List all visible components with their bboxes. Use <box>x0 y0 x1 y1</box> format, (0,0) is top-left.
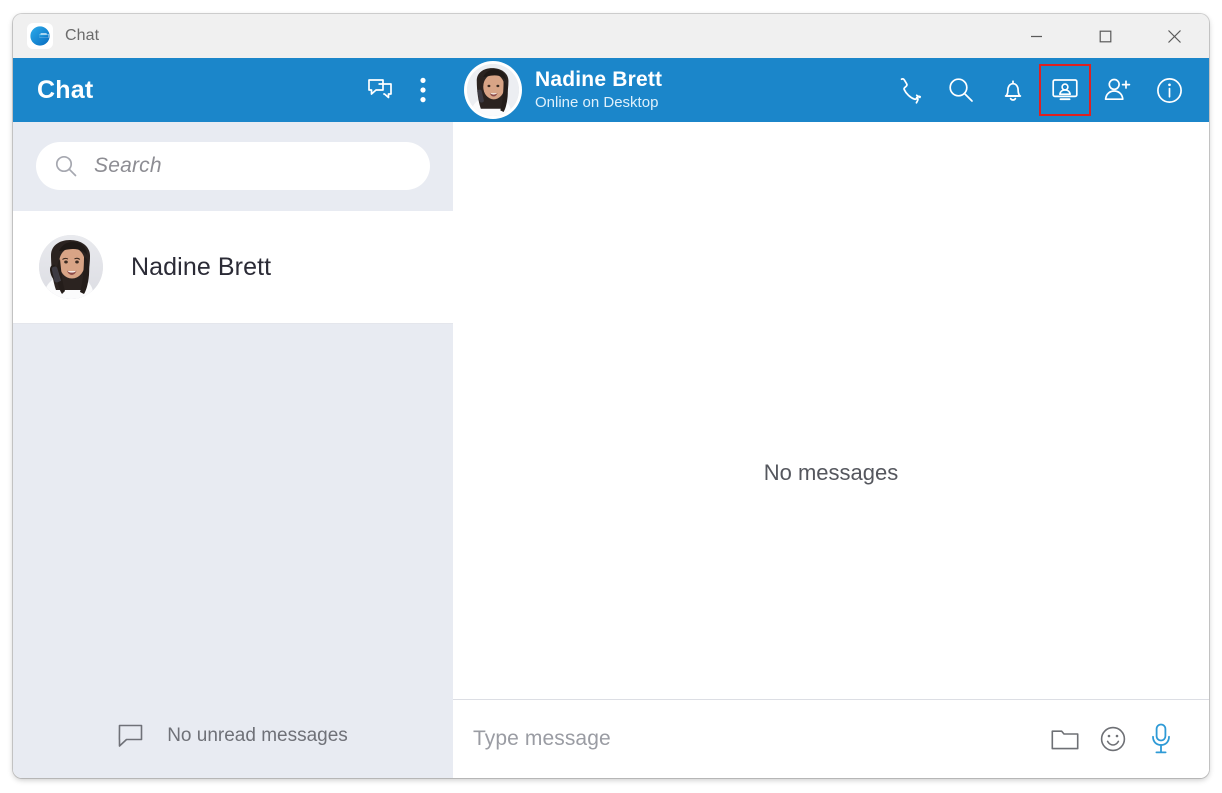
unread-status: No unread messages <box>13 694 453 778</box>
window-body: Chat Search Nadine Brett No unread messa… <box>13 58 1209 778</box>
emoji-icon[interactable] <box>1089 715 1137 763</box>
info-icon[interactable] <box>1143 64 1195 116</box>
add-person-icon[interactable] <box>1091 64 1143 116</box>
list-item-label: Nadine Brett <box>131 252 272 281</box>
search-icon[interactable] <box>935 64 987 116</box>
chat-header: Nadine Brett Online on Desktop <box>453 58 1209 122</box>
messages-area: No messages <box>453 122 1209 699</box>
message-composer: Type message <box>453 699 1209 778</box>
chat-peer: Nadine Brett Online on Desktop <box>467 64 883 116</box>
search-zone: Search <box>13 122 453 211</box>
chat-panel: Nadine Brett Online on Desktop No messag… <box>453 58 1209 778</box>
more-vertical-icon[interactable] <box>403 67 443 113</box>
attach-folder-icon[interactable] <box>1041 715 1089 763</box>
unread-status-label: No unread messages <box>167 725 348 746</box>
sidebar-empty-space <box>13 324 453 694</box>
chat-logo-icon <box>27 23 53 49</box>
window-title: Chat <box>65 27 100 44</box>
message-bubble-icon <box>118 724 143 747</box>
avatar <box>467 64 519 116</box>
message-input[interactable]: Type message <box>473 727 1041 751</box>
notification-bell-icon[interactable] <box>987 64 1039 116</box>
list-item[interactable]: Nadine Brett <box>13 211 453 324</box>
new-chat-icon[interactable] <box>357 67 403 113</box>
search-placeholder: Search <box>94 154 162 177</box>
call-icon[interactable] <box>883 64 935 116</box>
minimize-button[interactable] <box>1002 14 1071 58</box>
sidebar-header: Chat <box>13 58 453 122</box>
maximize-button[interactable] <box>1071 14 1140 58</box>
avatar <box>39 235 103 299</box>
search-input[interactable]: Search <box>36 142 430 190</box>
peer-name: Nadine Brett <box>535 68 663 92</box>
title-bar: Chat <box>13 14 1209 58</box>
microphone-icon[interactable] <box>1137 715 1185 763</box>
search-icon <box>55 155 77 177</box>
sidebar: Chat Search Nadine Brett No unread messa… <box>13 58 453 778</box>
peer-status: Online on Desktop <box>535 93 659 111</box>
empty-state-label: No messages <box>763 460 899 485</box>
close-button[interactable] <box>1140 14 1209 58</box>
window-controls <box>1002 14 1209 58</box>
peer-text: Nadine Brett Online on Desktop <box>535 68 662 111</box>
screen-share-icon[interactable] <box>1039 64 1091 116</box>
chat-actions <box>883 64 1209 116</box>
contact-list: Nadine Brett <box>13 211 453 324</box>
sidebar-title: Chat <box>37 75 94 104</box>
chat-application-window: Chat Chat Search Nadine Brett No unread … <box>13 14 1209 778</box>
